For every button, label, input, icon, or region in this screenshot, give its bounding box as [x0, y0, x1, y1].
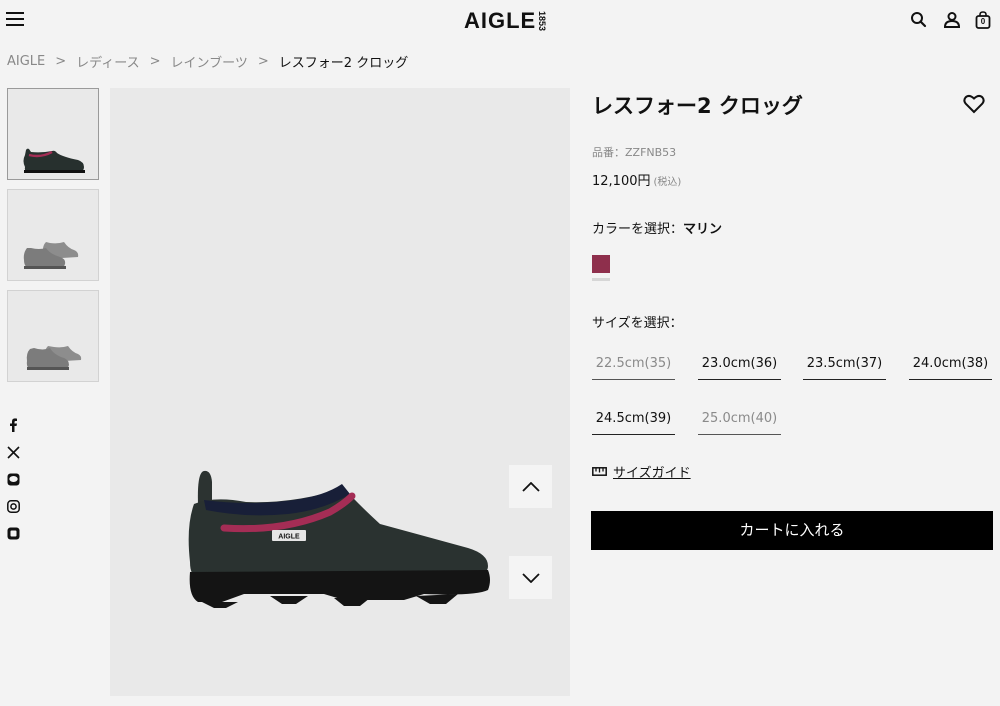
line-icon[interactable]: [6, 472, 20, 486]
product-price: 12,100円: [592, 174, 651, 189]
logo-year: 1853: [537, 10, 548, 32]
size-option-24.0[interactable]: 24.0cm(38): [909, 350, 992, 380]
breadcrumb-separator: >: [257, 54, 269, 69]
size-label: サイズを選択：: [592, 316, 683, 331]
add-to-cart-button[interactable]: カートに入れる: [591, 511, 993, 550]
breadcrumb-separator: >: [149, 54, 161, 69]
color-label: カラーを選択：マリン: [592, 218, 722, 237]
tax-note: (税込): [653, 177, 682, 188]
x-icon[interactable]: [6, 445, 20, 459]
chevron-up-icon: [521, 481, 540, 492]
site-header: AIGLE 1853 0: [0, 0, 1000, 42]
color-label-text: カラーを選択：: [592, 222, 684, 237]
thumbnail-shoe-image: [26, 346, 82, 370]
breadcrumb-ladies[interactable]: レディース: [76, 52, 139, 71]
color-swatch[interactable]: [592, 255, 610, 273]
breadcrumb: AIGLE > レディース > レインブーツ > レスフォー2 クロッグ: [7, 52, 408, 71]
thumbnail-3[interactable]: [7, 290, 99, 382]
swatch-selected-indicator: [592, 278, 610, 281]
logo-text: AIGLE: [464, 8, 537, 33]
facebook-icon[interactable]: [6, 418, 20, 432]
ruler-icon: [592, 467, 607, 476]
brand-logo[interactable]: AIGLE 1853: [464, 6, 548, 36]
product-sku: 品番：ZZFNB53: [592, 146, 677, 159]
size-guide-link[interactable]: サイズガイド: [592, 462, 691, 481]
size-guide-text: サイズガイド: [613, 466, 691, 481]
gallery-down-button[interactable]: [509, 556, 552, 599]
cart-bag-icon[interactable]: 0: [975, 11, 993, 29]
note-icon[interactable]: [6, 526, 20, 540]
thumbnail-2[interactable]: [7, 189, 99, 281]
search-icon[interactable]: [910, 11, 928, 29]
chevron-down-icon: [521, 572, 540, 583]
thumbnail-1[interactable]: [7, 88, 99, 180]
favorite-heart-icon[interactable]: [963, 94, 985, 114]
size-option-23.0[interactable]: 23.0cm(36): [698, 350, 781, 380]
cart-count: 0: [980, 17, 986, 26]
breadcrumb-separator: >: [55, 54, 67, 69]
account-icon[interactable]: [943, 11, 961, 29]
product-title: レスフォー2 クロッグ: [592, 94, 803, 118]
size-option-23.5[interactable]: 23.5cm(37): [803, 350, 886, 380]
price-row: 12,100円 (税込): [592, 170, 681, 189]
instagram-icon[interactable]: [6, 499, 20, 513]
menu-icon[interactable]: [6, 12, 24, 28]
color-value: マリン: [683, 222, 723, 237]
size-option-24.5[interactable]: 24.5cm(39): [592, 405, 675, 435]
breadcrumb-current: レスフォー2 クロッグ: [278, 56, 409, 71]
breadcrumb-home[interactable]: AIGLE: [7, 54, 45, 69]
size-option-22.5[interactable]: 22.5cm(35): [592, 350, 675, 380]
thumbnail-shoe-image: [23, 148, 85, 173]
breadcrumb-rain-boots[interactable]: レインブーツ: [171, 52, 248, 71]
shoe-brand-tag: AIGLE: [278, 534, 300, 541]
main-product-image: AIGLE: [110, 88, 570, 696]
gallery-up-button[interactable]: [509, 465, 552, 508]
size-option-25.0[interactable]: 25.0cm(40): [698, 405, 781, 435]
thumbnail-shoe-image: [23, 242, 79, 269]
product-shoe-image: AIGLE: [188, 470, 490, 608]
